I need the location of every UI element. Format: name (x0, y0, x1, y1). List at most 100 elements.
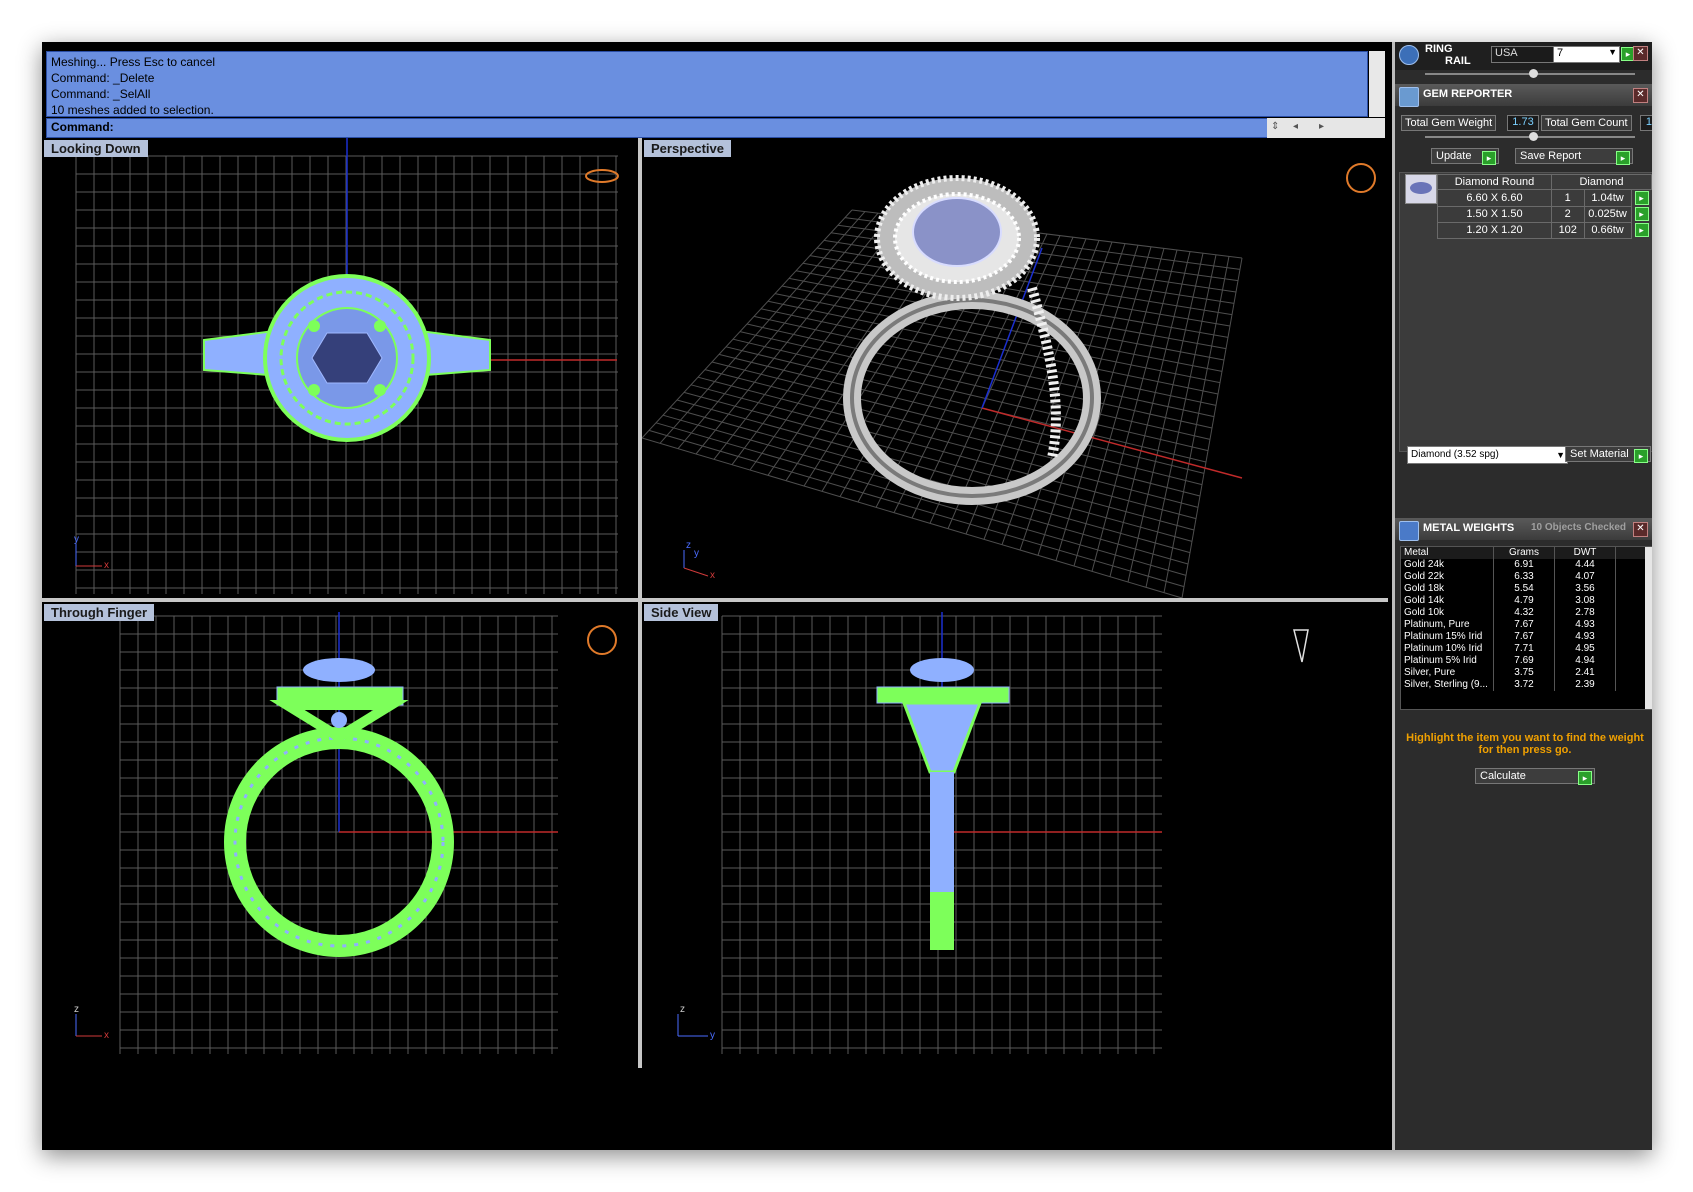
through-finger-canvas: z x (74, 612, 617, 1054)
metal-row[interactable]: Platinum, Pure 7.67 4.93 (1401, 619, 1652, 631)
axis-label-y: y (74, 534, 79, 545)
metal-table-scrollbar[interactable] (1645, 547, 1652, 709)
close-icon[interactable]: ✕ (1633, 88, 1648, 103)
viewport-side-view[interactable]: z y Side View (642, 602, 1388, 1068)
gem-header-shape: Diamond Round (1437, 174, 1552, 190)
orientation-widget-icon[interactable] (1346, 163, 1376, 193)
column-header-dwt: DWT (1554, 547, 1616, 559)
chevron-down-icon[interactable]: ▼ (1556, 447, 1565, 463)
command-controls: ⇕ ◂ ▸ (1267, 118, 1385, 138)
spin-icon[interactable]: ⇕ (1271, 121, 1279, 132)
viewport-looking-down[interactable]: y x Looking Down (42, 138, 638, 598)
metal-row[interactable]: Gold 24k 6.91 4.44 (1401, 559, 1652, 571)
select-gem-button[interactable]: ▸ (1634, 207, 1649, 221)
metal-row[interactable]: Platinum 5% Irid 7.69 4.94 (1401, 655, 1652, 667)
select-gem-button[interactable]: ▸ (1634, 223, 1649, 237)
axis-label-x: x (104, 560, 109, 571)
play-icon: ▸ (1616, 151, 1630, 165)
perspective-canvas: z y x (642, 163, 1376, 598)
viewport-perspective[interactable]: z y x Perspective (642, 138, 1388, 598)
metal-weights-table: Metal Grams DWT Gold 24k 6.91 4.44 Gold 22… (1400, 546, 1652, 710)
viewport-divider[interactable] (42, 598, 1388, 602)
scroll-right-icon[interactable]: ▸ (1319, 121, 1324, 132)
save-report-button[interactable]: Save Report ▸ (1515, 148, 1633, 165)
metal-grams: 7.69 (1493, 655, 1555, 667)
orientation-widget-icon[interactable] (587, 625, 617, 655)
region-select[interactable]: USA (1491, 46, 1554, 63)
ring-top-mesh[interactable] (203, 274, 491, 442)
metal-row[interactable]: Silver, Sterling (9... 3.72 2.39 (1401, 679, 1652, 691)
play-icon: ▸ (1578, 771, 1592, 785)
metal-name: Platinum 10% Irid (1401, 643, 1494, 655)
gem-row[interactable]: 6.60 X 6.60 1 1.04tw ▸ (1437, 189, 1652, 207)
diamond-round-icon (1405, 174, 1437, 204)
viewport-label[interactable]: Side View (644, 604, 719, 621)
set-material-button[interactable]: Set Material ▸ (1565, 446, 1651, 463)
command-history-scrollbar[interactable] (1369, 51, 1385, 117)
metal-dwt: 4.93 (1554, 619, 1616, 631)
metal-row[interactable]: Platinum 10% Irid 7.71 4.95 (1401, 643, 1652, 655)
viewport-label[interactable]: Perspective (644, 140, 731, 157)
slider-handle[interactable] (1529, 69, 1538, 78)
metal-weights-icon (1399, 521, 1419, 541)
viewport-divider[interactable] (638, 138, 642, 1068)
metal-row[interactable]: Platinum 15% Irid 7.67 4.93 (1401, 631, 1652, 643)
axis-label-y: y (710, 1030, 715, 1041)
metal-row[interactable]: Gold 18k 5.54 3.56 (1401, 583, 1652, 595)
metal-name: Gold 22k (1401, 571, 1494, 583)
close-icon[interactable]: ✕ (1633, 522, 1648, 537)
viewport-through-finger[interactable]: z x Through Finger (42, 602, 638, 1068)
orientation-widget-icon[interactable] (585, 169, 619, 183)
viewport-label[interactable]: Looking Down (44, 140, 148, 157)
application-window: Meshing... Press Esc to cancel Command: … (42, 42, 1652, 1150)
metal-name: Gold 18k (1401, 583, 1494, 595)
metal-weights-header: METAL WEIGHTS 10 Objects Checked ✕ (1395, 518, 1652, 541)
total-gem-weight-label: Total Gem Weight (1401, 115, 1497, 131)
metal-name: Gold 10k (1401, 607, 1494, 619)
metal-row[interactable]: Silver, Pure 3.75 2.41 (1401, 667, 1652, 679)
orientation-widget-icon[interactable] (1293, 629, 1309, 663)
metal-name: Platinum 5% Irid (1401, 655, 1494, 667)
gem-weight: 1.04tw (1583, 189, 1632, 207)
metal-grams: 7.67 (1493, 631, 1555, 643)
update-button[interactable]: Update ▸ (1431, 148, 1499, 165)
metal-name: Silver, Sterling (9... (1401, 679, 1494, 691)
side-view-canvas: z y (677, 612, 1309, 1054)
gem-row[interactable]: 1.50 X 1.50 2 0.025tw ▸ (1437, 205, 1652, 223)
gem-qty: 2 (1550, 205, 1585, 223)
ring-profile-mesh[interactable] (876, 658, 1010, 950)
axis-label-z: z (686, 540, 691, 551)
play-icon: ▸ (1634, 449, 1648, 463)
scroll-left-icon[interactable]: ◂ (1293, 121, 1298, 132)
metal-row[interactable]: Gold 22k 6.33 4.07 (1401, 571, 1652, 583)
save-report-label: Save Report (1520, 150, 1582, 162)
looking-down-canvas: y x (74, 138, 619, 594)
metal-weights-title: METAL WEIGHTS (1423, 522, 1515, 534)
plugin-panel: RING RAIL USA 7 ▼ ▸ ✕ GEM REPORTER ✕ Tot… (1392, 42, 1652, 1150)
command-input[interactable]: Command: (46, 118, 1368, 138)
total-gem-count-label: Total Gem Count (1541, 115, 1632, 131)
material-select[interactable]: Diamond (3.52 spg) ▼ (1407, 446, 1568, 464)
metal-dwt: 4.94 (1554, 655, 1616, 667)
calculate-button[interactable]: Calculate ▸ (1475, 768, 1595, 785)
objects-checked-status: 10 Objects Checked (1531, 522, 1627, 533)
chevron-down-icon[interactable]: ▼ (1608, 47, 1617, 57)
viewport-label[interactable]: Through Finger (44, 604, 155, 621)
history-line: Command: _Delete (51, 71, 155, 85)
ring-size-select[interactable]: 7 ▼ (1553, 46, 1620, 63)
slider-handle[interactable] (1529, 132, 1538, 141)
metal-row[interactable]: Gold 14k 4.79 3.08 (1401, 595, 1652, 607)
metal-dwt: 2.39 (1554, 679, 1616, 691)
ring-rail-header: RING RAIL USA 7 ▼ ▸ ✕ (1395, 42, 1652, 70)
gem-reporter-title: GEM REPORTER (1423, 88, 1513, 100)
close-icon[interactable]: ✕ (1633, 46, 1648, 61)
gem-row[interactable]: 1.20 X 1.20 102 0.66tw ▸ (1437, 221, 1652, 239)
metal-name: Platinum 15% Irid (1401, 631, 1494, 643)
select-gem-button[interactable]: ▸ (1634, 191, 1649, 205)
command-history: Meshing... Press Esc to cancel Command: … (46, 51, 1368, 117)
metal-grams: 6.91 (1493, 559, 1555, 571)
axis-label-y: y (694, 548, 699, 559)
history-line: 10 meshes added to selection. (51, 103, 214, 117)
metal-row[interactable]: Gold 10k 4.32 2.78 (1401, 607, 1652, 619)
metal-grams: 4.32 (1493, 607, 1555, 619)
